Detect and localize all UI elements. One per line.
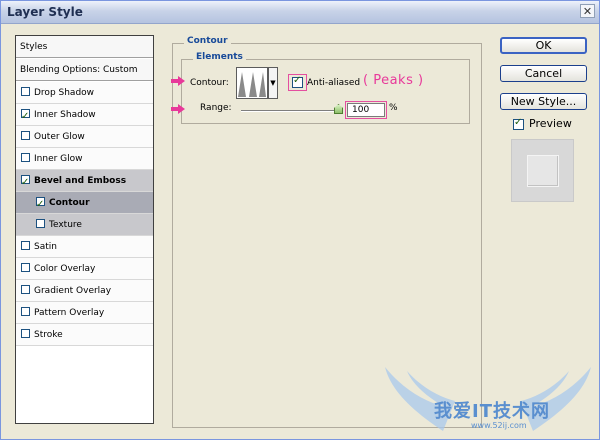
color-overlay-checkbox[interactable] — [21, 263, 30, 272]
outer-glow-checkbox[interactable] — [21, 131, 30, 140]
preview-swatch — [527, 155, 559, 187]
range-label: Range: — [200, 103, 232, 113]
range-slider-track[interactable] — [241, 110, 341, 112]
style-preview — [511, 139, 574, 202]
chevron-down-icon: ▼ — [270, 79, 276, 87]
close-button[interactable]: ✕ — [580, 4, 595, 18]
ok-button[interactable]: OK — [500, 37, 587, 54]
style-item-inner-glow[interactable]: Inner Glow — [16, 148, 153, 170]
stroke-checkbox[interactable] — [21, 329, 30, 338]
range-unit: % — [389, 103, 398, 113]
style-item-label: Bevel and Emboss — [34, 176, 127, 186]
style-item-label: Contour — [49, 198, 90, 208]
style-item-inner-shadow[interactable]: Inner Shadow — [16, 104, 153, 128]
style-item-texture[interactable]: Texture — [16, 214, 153, 236]
style-item-pattern-overlay[interactable]: Pattern Overlay — [16, 302, 153, 324]
styles-header[interactable]: Styles — [16, 36, 153, 58]
bevel-emboss-checkbox[interactable] — [21, 172, 30, 194]
style-item-label: Gradient Overlay — [34, 286, 112, 296]
contour-checkbox[interactable] — [36, 194, 45, 216]
style-item-stroke[interactable]: Stroke — [16, 324, 153, 346]
elements-group-title: Elements — [193, 52, 246, 62]
anti-aliased-checkbox[interactable] — [292, 75, 303, 88]
watermark-url: www.52ij.com — [471, 421, 527, 430]
new-style-button[interactable]: New Style... — [500, 93, 587, 110]
inner-glow-checkbox[interactable] — [21, 153, 30, 162]
style-item-satin[interactable]: Satin — [16, 236, 153, 258]
arrow-right-icon — [171, 104, 185, 114]
gradient-overlay-checkbox[interactable] — [21, 285, 30, 294]
style-item-bevel-emboss[interactable]: Bevel and Emboss — [16, 170, 153, 194]
peaks-contour-icon — [238, 72, 266, 97]
contour-group-title: Contour — [184, 36, 231, 46]
arrow-right-icon — [171, 76, 185, 86]
style-item-label: Outer Glow — [34, 132, 85, 142]
watermark-text: 我爱IT技术网 — [434, 401, 550, 422]
contour-preview[interactable] — [236, 67, 268, 99]
elements-group-box — [181, 59, 470, 124]
style-item-label: Texture — [49, 220, 82, 230]
layer-style-dialog: Layer Style ✕ Styles Blending Options: C… — [0, 0, 600, 440]
anti-aliased-label: Anti-aliased — [307, 78, 361, 88]
window-title: Layer Style — [7, 5, 83, 19]
style-item-outer-glow[interactable]: Outer Glow — [16, 126, 153, 148]
preview-label: Preview — [529, 117, 572, 130]
style-item-label: Stroke — [34, 330, 63, 340]
preview-checkbox[interactable] — [513, 117, 524, 130]
inner-shadow-checkbox[interactable] — [21, 106, 30, 128]
style-item-label: Inner Shadow — [34, 110, 96, 120]
pattern-overlay-checkbox[interactable] — [21, 307, 30, 316]
style-item-contour[interactable]: Contour — [16, 192, 153, 216]
style-item-label: Pattern Overlay — [34, 308, 105, 318]
contour-dropdown-button[interactable]: ▼ — [268, 67, 278, 99]
style-item-label: Inner Glow — [34, 154, 83, 164]
style-item-label: Drop Shadow — [34, 88, 95, 98]
satin-checkbox[interactable] — [21, 241, 30, 250]
cancel-button[interactable]: Cancel — [500, 65, 587, 82]
blending-options[interactable]: Blending Options: Custom — [16, 59, 153, 81]
texture-checkbox[interactable] — [36, 219, 45, 228]
title-bar: Layer Style ✕ — [1, 1, 599, 24]
style-item-label: Satin — [34, 242, 57, 252]
style-item-gradient-overlay[interactable]: Gradient Overlay — [16, 280, 153, 302]
style-item-label: Color Overlay — [34, 264, 96, 274]
peaks-annotation: ( Peaks ) — [363, 73, 424, 88]
style-item-drop-shadow[interactable]: Drop Shadow — [16, 82, 153, 104]
range-value-input[interactable]: 100 — [347, 103, 385, 117]
styles-list: Styles Blending Options: Custom Drop Sha… — [15, 35, 154, 424]
style-item-color-overlay[interactable]: Color Overlay — [16, 258, 153, 280]
contour-label: Contour: — [190, 78, 229, 88]
drop-shadow-checkbox[interactable] — [21, 87, 30, 96]
